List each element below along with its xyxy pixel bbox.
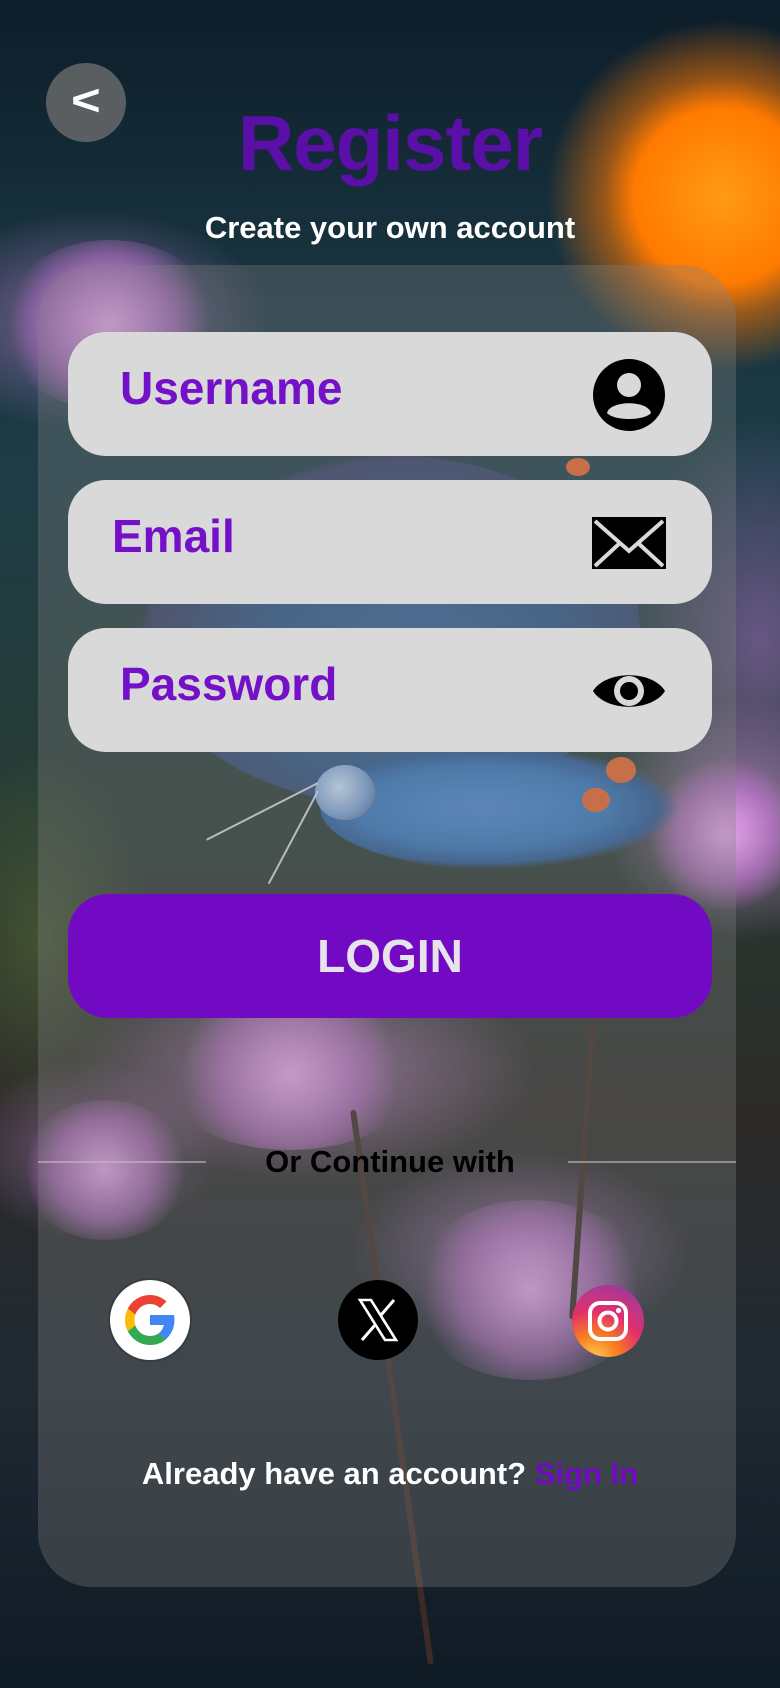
password-label: Password bbox=[120, 658, 338, 710]
page-subtitle: Create your own account bbox=[204, 210, 576, 245]
google-icon bbox=[125, 1295, 175, 1345]
username-label: Username bbox=[120, 362, 343, 414]
signin-prompt: Already have an account? Sign In bbox=[0, 1458, 780, 1489]
google-login-button[interactable] bbox=[110, 1280, 190, 1360]
instagram-login-button[interactable] bbox=[572, 1285, 644, 1357]
username-field[interactable]: Username bbox=[68, 332, 712, 456]
signin-prompt-text: Already have an account? bbox=[141, 1456, 527, 1491]
signin-link[interactable]: Sign In bbox=[535, 1456, 638, 1491]
x-icon bbox=[357, 1298, 399, 1342]
eye-icon[interactable] bbox=[592, 654, 666, 728]
envelope-icon bbox=[592, 517, 666, 569]
divider-text: Or Continue with bbox=[265, 1144, 515, 1179]
login-button[interactable]: LOGIN bbox=[68, 894, 712, 1018]
instagram-icon bbox=[588, 1301, 628, 1341]
x-login-button[interactable] bbox=[338, 1280, 418, 1360]
register-screen: < Register Create your own account Usern… bbox=[0, 0, 780, 1688]
page-title: Register bbox=[237, 99, 543, 187]
password-field[interactable]: Password bbox=[68, 628, 712, 752]
email-field[interactable]: Email bbox=[68, 480, 712, 604]
user-icon bbox=[593, 359, 665, 431]
email-label: Email bbox=[112, 510, 235, 562]
